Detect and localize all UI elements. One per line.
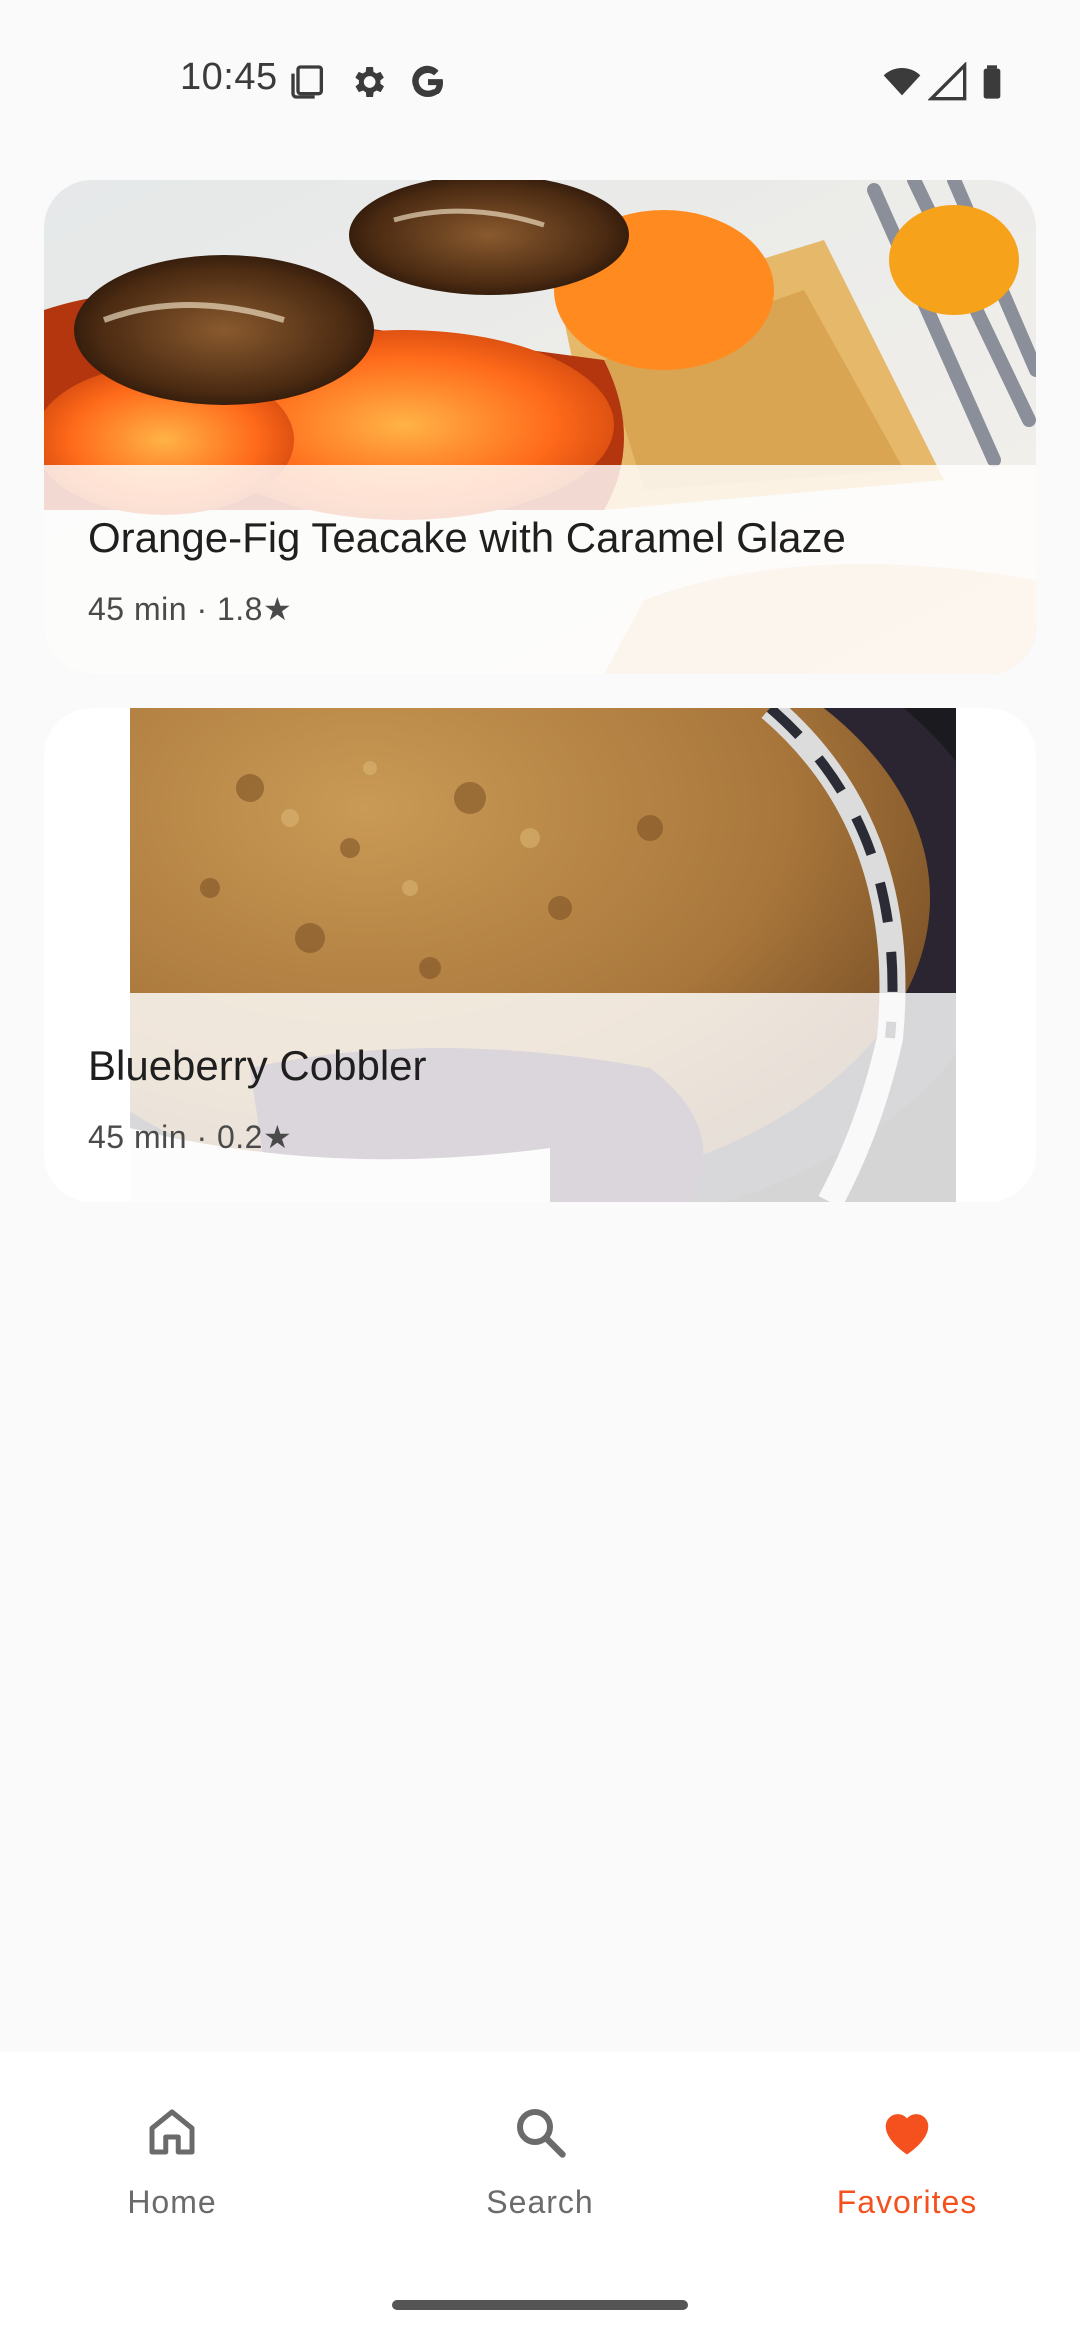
nav-item-home[interactable]: Home xyxy=(52,2102,292,2252)
nav-item-search[interactable]: Search xyxy=(420,2102,660,2252)
card-caption-overlay xyxy=(44,465,1036,674)
recipe-card-blueberry-cobbler[interactable]: Blueberry Cobbler 45 min · 0.2★ xyxy=(44,708,1036,1202)
nav-label-home: Home xyxy=(127,2184,217,2220)
nav-item-favorites[interactable]: Favorites xyxy=(787,2102,1027,2252)
card-caption-overlay xyxy=(44,993,1036,1202)
gear-icon xyxy=(348,62,388,102)
nav-label-search: Search xyxy=(486,2184,594,2220)
home-icon xyxy=(142,2102,202,2162)
home-indicator[interactable] xyxy=(392,2300,688,2310)
wifi-icon xyxy=(882,62,922,102)
recipe-card-orange-fig-teacake[interactable]: Orange-Fig Teacake with Caramel Glaze 45… xyxy=(44,180,1036,674)
google-icon xyxy=(408,62,448,102)
status-time: 10:45 xyxy=(180,56,278,98)
bottom-navigation: Home Search Favorites xyxy=(0,2052,1080,2340)
recipe-title: Orange-Fig Teacake with Caramel Glaze xyxy=(88,514,846,561)
heart-icon xyxy=(877,2102,937,2162)
recipe-title: Blueberry Cobbler xyxy=(88,1042,427,1089)
screenshot-icon xyxy=(288,62,328,102)
status-bar: 10:45 xyxy=(0,0,1080,120)
recipe-meta: 45 min · 0.2★ xyxy=(88,1119,293,1155)
nav-label-favorites: Favorites xyxy=(836,2184,978,2220)
recipe-meta: 45 min · 1.8★ xyxy=(88,591,293,627)
signal-icon xyxy=(928,62,968,102)
search-icon xyxy=(510,2102,570,2162)
battery-icon xyxy=(972,62,1012,102)
